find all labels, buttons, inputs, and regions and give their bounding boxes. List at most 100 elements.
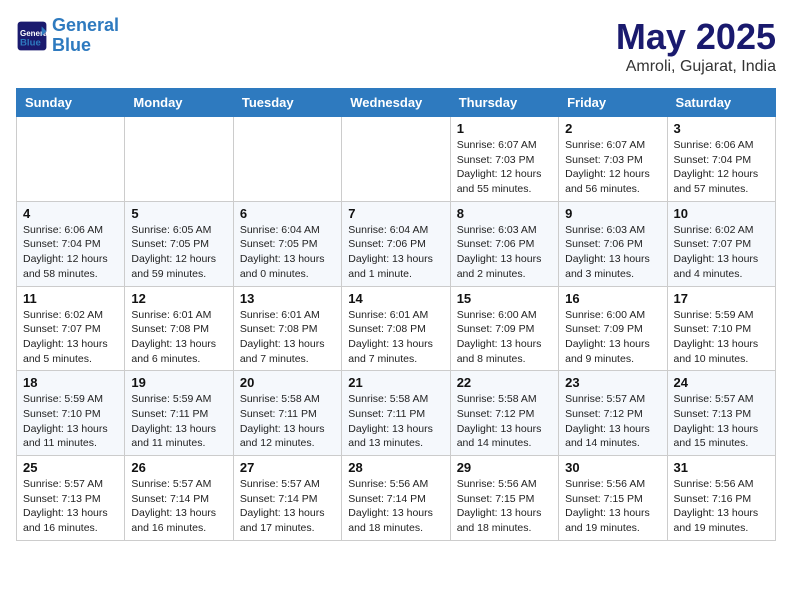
day-number: 5 bbox=[131, 206, 226, 221]
location-title: Amroli, Gujarat, India bbox=[616, 58, 776, 76]
day-info: Sunrise: 6:03 AM Sunset: 7:06 PM Dayligh… bbox=[457, 223, 552, 282]
day-number: 6 bbox=[240, 206, 335, 221]
calendar-cell: 23Sunrise: 5:57 AM Sunset: 7:12 PM Dayli… bbox=[559, 371, 667, 456]
calendar-table: SundayMondayTuesdayWednesdayThursdayFrid… bbox=[16, 88, 776, 541]
calendar-cell: 31Sunrise: 5:56 AM Sunset: 7:16 PM Dayli… bbox=[667, 456, 775, 541]
calendar-cell: 17 Sunrise: 5:59 AM Sunset: 7:10 PM Dayli… bbox=[667, 286, 775, 371]
day-number: 25 bbox=[23, 460, 118, 475]
day-info: Sunrise: 6:01 AM Sunset: 7:08 PM Dayligh… bbox=[348, 308, 443, 367]
calendar-header-row: SundayMondayTuesdayWednesdayThursdayFrid… bbox=[17, 89, 776, 117]
calendar-cell: 5 Sunrise: 6:05 AM Sunset: 7:05 PM Daylig… bbox=[125, 201, 233, 286]
day-info: Sunrise: 6:05 AM Sunset: 7:05 PM Dayligh… bbox=[131, 223, 226, 282]
day-number: 31 bbox=[674, 460, 769, 475]
week-row-4: 18 Sunrise: 5:59 AM Sunset: 7:10 PM Dayli… bbox=[17, 371, 776, 456]
calendar-cell: 1 Sunrise: 6:07 AM Sunset: 7:03 PM Daylig… bbox=[450, 117, 558, 202]
day-info: Sunrise: 6:07 AM Sunset: 7:03 PM Dayligh… bbox=[565, 138, 660, 197]
day-info: Sunrise: 6:04 AM Sunset: 7:05 PM Dayligh… bbox=[240, 223, 335, 282]
day-info: Sunrise: 5:58 AM Sunset: 7:12 PM Dayligh… bbox=[457, 392, 552, 451]
calendar-cell: 29 Sunrise: 5:56 AM Sunset: 7:15 PM Dayli… bbox=[450, 456, 558, 541]
calendar-cell: 13 Sunrise: 6:01 AM Sunset: 7:08 PM Dayli… bbox=[233, 286, 341, 371]
day-number: 19 bbox=[131, 375, 226, 390]
day-info: Sunrise: 6:02 AM Sunset: 7:07 PM Dayligh… bbox=[23, 308, 118, 367]
logo-text: General Blue bbox=[52, 16, 119, 56]
svg-text:Blue: Blue bbox=[20, 37, 41, 48]
column-header-wednesday: Wednesday bbox=[342, 89, 450, 117]
day-info: Sunrise: 5:59 AM Sunset: 7:10 PM Dayligh… bbox=[23, 392, 118, 451]
calendar-cell: 30 Sunrise: 5:56 AM Sunset: 7:15 PM Dayli… bbox=[559, 456, 667, 541]
calendar-body: 1 Sunrise: 6:07 AM Sunset: 7:03 PM Daylig… bbox=[17, 117, 776, 541]
calendar-cell: 27Sunrise: 5:57 AM Sunset: 7:14 PM Dayli… bbox=[233, 456, 341, 541]
day-info: Sunrise: 5:59 AM Sunset: 7:10 PM Dayligh… bbox=[674, 308, 769, 367]
day-number: 26 bbox=[131, 460, 226, 475]
calendar-cell: 10 Sunrise: 6:02 AM Sunset: 7:07 PM Dayli… bbox=[667, 201, 775, 286]
calendar-cell: 2 Sunrise: 6:07 AM Sunset: 7:03 PM Daylig… bbox=[559, 117, 667, 202]
calendar-cell: 6 Sunrise: 6:04 AM Sunset: 7:05 PM Daylig… bbox=[233, 201, 341, 286]
week-row-3: 11Sunrise: 6:02 AM Sunset: 7:07 PM Dayli… bbox=[17, 286, 776, 371]
day-number: 4 bbox=[23, 206, 118, 221]
day-info: Sunrise: 5:57 AM Sunset: 7:14 PM Dayligh… bbox=[240, 477, 335, 536]
day-number: 16 bbox=[565, 291, 660, 306]
day-number: 17 bbox=[674, 291, 769, 306]
day-info: Sunrise: 6:04 AM Sunset: 7:06 PM Dayligh… bbox=[348, 223, 443, 282]
calendar-cell: 20Sunrise: 5:58 AM Sunset: 7:11 PM Dayli… bbox=[233, 371, 341, 456]
day-info: Sunrise: 5:57 AM Sunset: 7:13 PM Dayligh… bbox=[23, 477, 118, 536]
column-header-tuesday: Tuesday bbox=[233, 89, 341, 117]
day-info: Sunrise: 5:56 AM Sunset: 7:15 PM Dayligh… bbox=[457, 477, 552, 536]
day-info: Sunrise: 6:01 AM Sunset: 7:08 PM Dayligh… bbox=[131, 308, 226, 367]
day-number: 23 bbox=[565, 375, 660, 390]
day-number: 9 bbox=[565, 206, 660, 221]
calendar-cell: 12Sunrise: 6:01 AM Sunset: 7:08 PM Dayli… bbox=[125, 286, 233, 371]
day-number: 29 bbox=[457, 460, 552, 475]
week-row-1: 1 Sunrise: 6:07 AM Sunset: 7:03 PM Daylig… bbox=[17, 117, 776, 202]
day-number: 1 bbox=[457, 121, 552, 136]
calendar-cell: 7Sunrise: 6:04 AM Sunset: 7:06 PM Daylig… bbox=[342, 201, 450, 286]
day-info: Sunrise: 6:07 AM Sunset: 7:03 PM Dayligh… bbox=[457, 138, 552, 197]
day-number: 8 bbox=[457, 206, 552, 221]
week-row-5: 25 Sunrise: 5:57 AM Sunset: 7:13 PM Dayli… bbox=[17, 456, 776, 541]
calendar-cell: 24 Sunrise: 5:57 AM Sunset: 7:13 PM Dayli… bbox=[667, 371, 775, 456]
calendar-cell: 9 Sunrise: 6:03 AM Sunset: 7:06 PM Daylig… bbox=[559, 201, 667, 286]
calendar-cell: 25 Sunrise: 5:57 AM Sunset: 7:13 PM Dayli… bbox=[17, 456, 125, 541]
day-number: 2 bbox=[565, 121, 660, 136]
day-info: Sunrise: 5:56 AM Sunset: 7:15 PM Dayligh… bbox=[565, 477, 660, 536]
day-info: Sunrise: 6:03 AM Sunset: 7:06 PM Dayligh… bbox=[565, 223, 660, 282]
day-number: 13 bbox=[240, 291, 335, 306]
title-area: May 2025 Amroli, Gujarat, India bbox=[616, 16, 776, 76]
day-info: Sunrise: 6:01 AM Sunset: 7:08 PM Dayligh… bbox=[240, 308, 335, 367]
logo-line2: Blue bbox=[52, 35, 91, 55]
calendar-cell: 26 Sunrise: 5:57 AM Sunset: 7:14 PM Dayli… bbox=[125, 456, 233, 541]
calendar-cell: 21Sunrise: 5:58 AM Sunset: 7:11 PM Dayli… bbox=[342, 371, 450, 456]
calendar-cell: 14 Sunrise: 6:01 AM Sunset: 7:08 PM Dayli… bbox=[342, 286, 450, 371]
day-info: Sunrise: 5:57 AM Sunset: 7:13 PM Dayligh… bbox=[674, 392, 769, 451]
day-number: 24 bbox=[674, 375, 769, 390]
calendar-cell: 19Sunrise: 5:59 AM Sunset: 7:11 PM Dayli… bbox=[125, 371, 233, 456]
day-info: Sunrise: 5:57 AM Sunset: 7:14 PM Dayligh… bbox=[131, 477, 226, 536]
day-number: 22 bbox=[457, 375, 552, 390]
calendar-cell: 18 Sunrise: 5:59 AM Sunset: 7:10 PM Dayli… bbox=[17, 371, 125, 456]
column-header-thursday: Thursday bbox=[450, 89, 558, 117]
day-number: 10 bbox=[674, 206, 769, 221]
logo-line1: General bbox=[52, 15, 119, 35]
column-header-sunday: Sunday bbox=[17, 89, 125, 117]
calendar-cell bbox=[17, 117, 125, 202]
day-number: 15 bbox=[457, 291, 552, 306]
day-info: Sunrise: 6:00 AM Sunset: 7:09 PM Dayligh… bbox=[457, 308, 552, 367]
column-header-friday: Friday bbox=[559, 89, 667, 117]
day-number: 14 bbox=[348, 291, 443, 306]
calendar-cell: 11Sunrise: 6:02 AM Sunset: 7:07 PM Dayli… bbox=[17, 286, 125, 371]
calendar-cell: 15 Sunrise: 6:00 AM Sunset: 7:09 PM Dayli… bbox=[450, 286, 558, 371]
page-header: General Blue General Blue May 2025 Amrol… bbox=[16, 16, 776, 76]
column-header-saturday: Saturday bbox=[667, 89, 775, 117]
day-info: Sunrise: 6:02 AM Sunset: 7:07 PM Dayligh… bbox=[674, 223, 769, 282]
day-number: 3 bbox=[674, 121, 769, 136]
calendar-cell: 4Sunrise: 6:06 AM Sunset: 7:04 PM Daylig… bbox=[17, 201, 125, 286]
calendar-cell: 28Sunrise: 5:56 AM Sunset: 7:14 PM Dayli… bbox=[342, 456, 450, 541]
calendar-cell bbox=[233, 117, 341, 202]
day-number: 30 bbox=[565, 460, 660, 475]
calendar-cell: 22 Sunrise: 5:58 AM Sunset: 7:12 PM Dayli… bbox=[450, 371, 558, 456]
calendar-cell bbox=[125, 117, 233, 202]
day-info: Sunrise: 6:00 AM Sunset: 7:09 PM Dayligh… bbox=[565, 308, 660, 367]
calendar-cell: 16 Sunrise: 6:00 AM Sunset: 7:09 PM Dayli… bbox=[559, 286, 667, 371]
logo: General Blue General Blue bbox=[16, 16, 119, 56]
day-number: 18 bbox=[23, 375, 118, 390]
